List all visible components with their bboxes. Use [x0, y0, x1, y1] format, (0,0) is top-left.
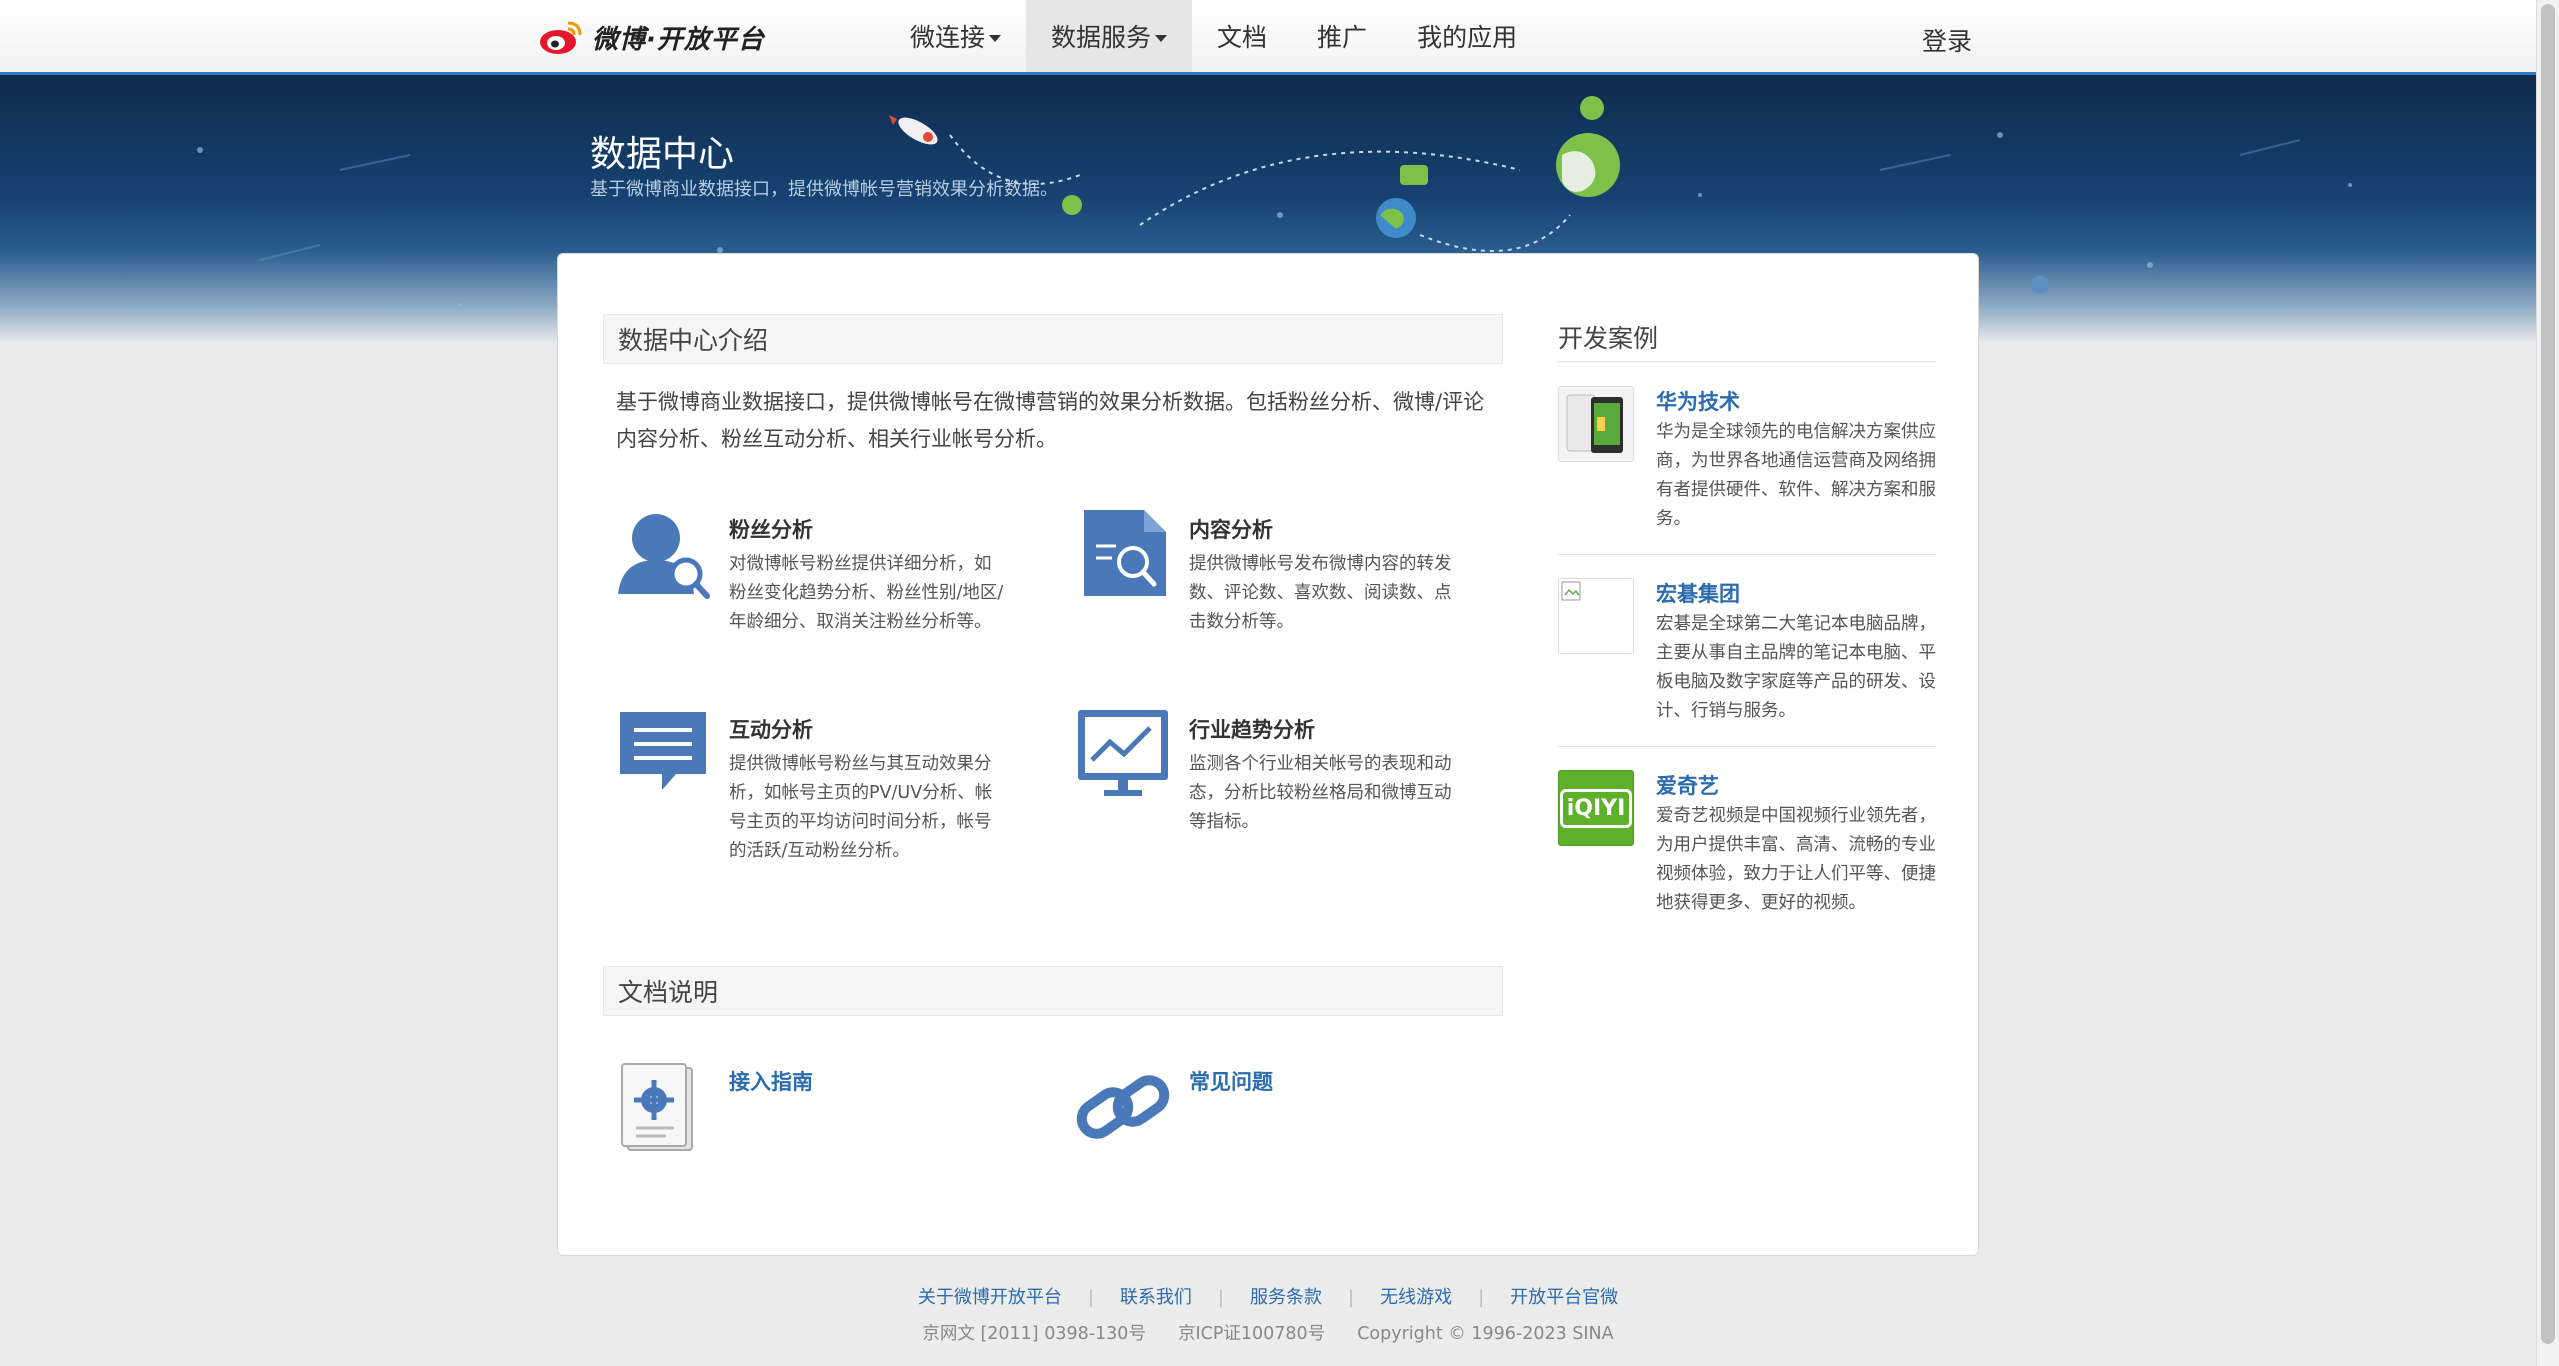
feature-industry-trend: 行业趋势分析 监测各个行业相关帐号的表现和动态，分析比较粉丝格局和微博互动等指标… [1076, 706, 1516, 886]
docs-section-heading: 文档说明 [603, 966, 1503, 1016]
case-desc: 爱奇艺视频是中国视频行业领先者，为用户提供丰富、高清、流畅的专业视频体验，致力于… [1656, 806, 1936, 913]
separator: | [1478, 1287, 1485, 1308]
phone-image [1559, 387, 1633, 461]
chain-link-icon[interactable] [1076, 1062, 1171, 1157]
scrollbar-thumb[interactable] [2541, 4, 2555, 1344]
footer-link-contact[interactable]: 联系我们 [1120, 1287, 1192, 1308]
icp-text: 京ICP证100780号 [1177, 1324, 1326, 1344]
footer-copyright: 京网文 [2011] 0398-130号 京ICP证100780号 Copyrigh… [0, 1320, 2536, 1345]
cases-heading: 开发案例 [1558, 324, 1659, 353]
nav-label: 文档 [1217, 23, 1268, 52]
feature-title: 粉丝分析 [729, 518, 813, 542]
feature-desc: 提供微博帐号粉丝与其互动效果分析，如帐号主页的PV/UV分析、帐号主页的平均访问… [729, 754, 993, 861]
rocket-icon [889, 115, 938, 145]
feature-desc: 提供微博帐号发布微博内容的转发数、评论数、喜欢数、阅读数、点击数分析等。 [1189, 554, 1452, 632]
nav-item-data-service[interactable]: 数据服务 [1026, 0, 1193, 72]
caret-down-icon [1155, 34, 1168, 42]
license-text: 京网文 [2011] 0398-130号 [922, 1324, 1146, 1344]
page-subtitle: 基于微博商业数据接口，提供微博帐号营销效果分析数据。 [590, 179, 1058, 200]
huawei-phone-thumb[interactable] [1558, 386, 1634, 462]
feature-title: 互动分析 [729, 718, 813, 742]
separator: | [1217, 1287, 1224, 1308]
page-title: 数据中心 [590, 134, 735, 175]
footer-links: 关于微博开放平台 | 联系我们 | 服务条款 | 无线游戏 | 开放平台官微 [0, 1283, 2536, 1309]
feature-content-analysis: 内容分析 提供微博帐号发布微博内容的转发数、评论数、喜欢数、阅读数、点击数分析等… [1076, 506, 1516, 686]
chat-bubble-icon [620, 712, 706, 790]
weibo-open-logo[interactable]: 微博·开放平台 [538, 14, 765, 60]
case-desc: 宏碁是全球第二大笔记本电脑品牌，主要从事自主品牌的笔记本电脑、平板电脑及数字家庭… [1656, 614, 1936, 721]
caret-down-icon [989, 34, 1002, 42]
trend-monitor-icon [1078, 710, 1168, 796]
nav-label: 我的应用 [1417, 23, 1518, 52]
feature-interaction-analysis: 互动分析 提供微博帐号粉丝与其互动效果分析，如帐号主页的PV/UV分析、帐号主页… [616, 706, 1056, 886]
footer-link-terms[interactable]: 服务条款 [1250, 1287, 1322, 1308]
intro-section-heading: 数据中心介绍 [603, 314, 1503, 364]
login-link[interactable]: 登录 [1922, 22, 1972, 58]
intro-text: 基于微博商业数据接口，提供微博帐号在微博营销的效果分析数据。包括粉丝分析、微博/… [616, 390, 1485, 451]
footer-link-official-weibo[interactable]: 开放平台官微 [1510, 1287, 1618, 1308]
logo-text: 微博·开放平台 [592, 24, 765, 55]
nav-label: 微连接 [910, 23, 986, 52]
vertical-scrollbar[interactable] [2536, 0, 2559, 1366]
nav-item-docs[interactable]: 文档 [1192, 0, 1292, 72]
broken-image-icon [1561, 581, 1581, 601]
feature-desc: 监测各个行业相关帐号的表现和动态，分析比较粉丝格局和微博互动等指标。 [1189, 754, 1452, 832]
access-guide-link[interactable]: 接入指南 [729, 1066, 813, 1096]
feature-title: 内容分析 [1189, 518, 1273, 542]
copyright-text: Copyright © 1996-2023 SINA [1357, 1324, 1614, 1344]
content-card: 数据中心介绍 基于微博商业数据接口，提供微博帐号在微博营销的效果分析数据。包括粉… [557, 253, 1979, 1256]
iqiyi-logo-thumb[interactable]: iQIYI [1558, 770, 1634, 846]
case-name[interactable]: 爱奇艺 [1656, 770, 1719, 800]
faq-link[interactable]: 常见问题 [1189, 1066, 1273, 1096]
top-navbar: 微博·开放平台 微连接 数据服务 文档 推广 我的应用 登录 [0, 0, 2536, 75]
footer-link-games[interactable]: 无线游戏 [1380, 1287, 1452, 1308]
case-name[interactable]: 华为技术 [1656, 386, 1740, 416]
main-nav: 微连接 数据服务 文档 推广 我的应用 [885, 0, 1542, 72]
separator: | [1087, 1287, 1094, 1308]
broken-image-thumb[interactable] [1558, 578, 1634, 654]
user-search-icon [618, 514, 710, 599]
divider [1558, 554, 1936, 555]
document-search-icon [1084, 510, 1166, 596]
feature-desc: 对微博帐号粉丝提供详细分析，如粉丝变化趋势分析、粉丝性别/地区/年龄细分、取消关… [729, 554, 1004, 632]
feature-title: 行业趋势分析 [1189, 718, 1315, 742]
case-desc: 华为是全球领先的电信解决方案供应商，为世界各地通信运营商及网络拥有者提供硬件、软… [1656, 422, 1936, 529]
nav-item-connect[interactable]: 微连接 [885, 0, 1026, 72]
footer-link-about[interactable]: 关于微博开放平台 [918, 1287, 1062, 1308]
nav-label: 推广 [1317, 23, 1368, 52]
divider [1558, 361, 1936, 362]
weibo-eye-icon [540, 21, 582, 54]
nav-label: 数据服务 [1051, 23, 1152, 52]
divider [1558, 746, 1936, 747]
iqiyi-logo-text: iQIYI [1559, 788, 1633, 828]
nav-item-my-apps[interactable]: 我的应用 [1392, 0, 1542, 72]
gear-document-icon[interactable] [616, 1062, 711, 1157]
case-name[interactable]: 宏碁集团 [1656, 578, 1740, 608]
nav-item-promote[interactable]: 推广 [1292, 0, 1392, 72]
separator: | [1348, 1287, 1355, 1308]
feature-fans-analysis: 粉丝分析 对微博帐号粉丝提供详细分析，如粉丝变化趋势分析、粉丝性别/地区/年龄细… [616, 506, 1056, 686]
